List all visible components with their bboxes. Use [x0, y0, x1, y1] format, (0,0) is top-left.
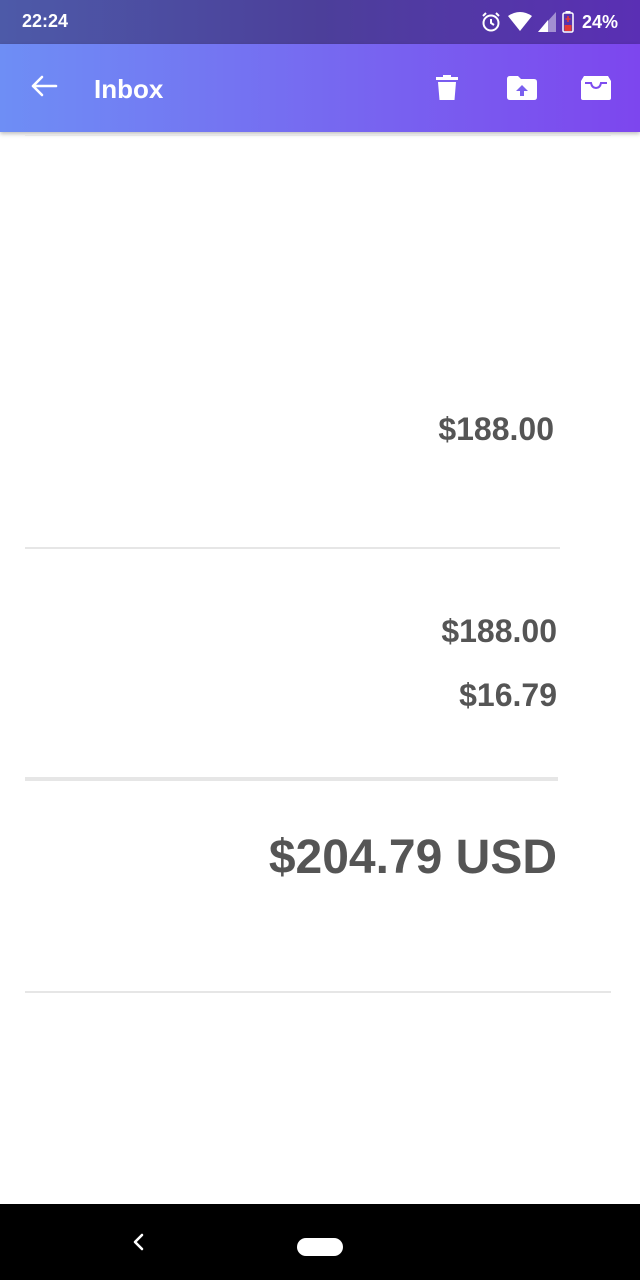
subtotal-amount: $188.00	[441, 613, 557, 649]
arrow-back-icon	[30, 74, 58, 103]
app-bar: Inbox	[0, 44, 640, 132]
total-divider	[25, 777, 558, 781]
status-bar: 22:24 24%	[0, 0, 640, 44]
bottom-divider	[25, 991, 611, 993]
nav-back-icon[interactable]	[126, 1230, 150, 1254]
top-divider	[25, 134, 611, 136]
delete-icon	[435, 74, 459, 106]
system-nav-bar	[0, 1204, 640, 1280]
total-amount: $204.79 USD	[268, 831, 557, 884]
cell-signal-icon	[537, 12, 556, 32]
alarm-icon	[480, 11, 502, 33]
delete-button[interactable]	[425, 68, 469, 112]
tax-amount: $16.79	[459, 677, 557, 713]
archive-icon	[581, 75, 611, 105]
battery-percent: 24%	[581, 11, 618, 32]
move-to-folder-button[interactable]	[500, 68, 544, 112]
status-icons: 24%	[480, 9, 618, 35]
divider	[25, 547, 560, 549]
archive-button[interactable]	[574, 68, 618, 112]
move-to-folder-icon	[507, 75, 537, 105]
status-time: 22:24	[22, 11, 69, 31]
wifi-icon	[507, 12, 532, 32]
battery-icon	[562, 11, 574, 33]
back-button[interactable]	[24, 68, 64, 108]
page-title: Inbox	[94, 74, 164, 104]
item-price: $188.00	[438, 411, 554, 447]
nav-home-button[interactable]	[297, 1238, 343, 1256]
